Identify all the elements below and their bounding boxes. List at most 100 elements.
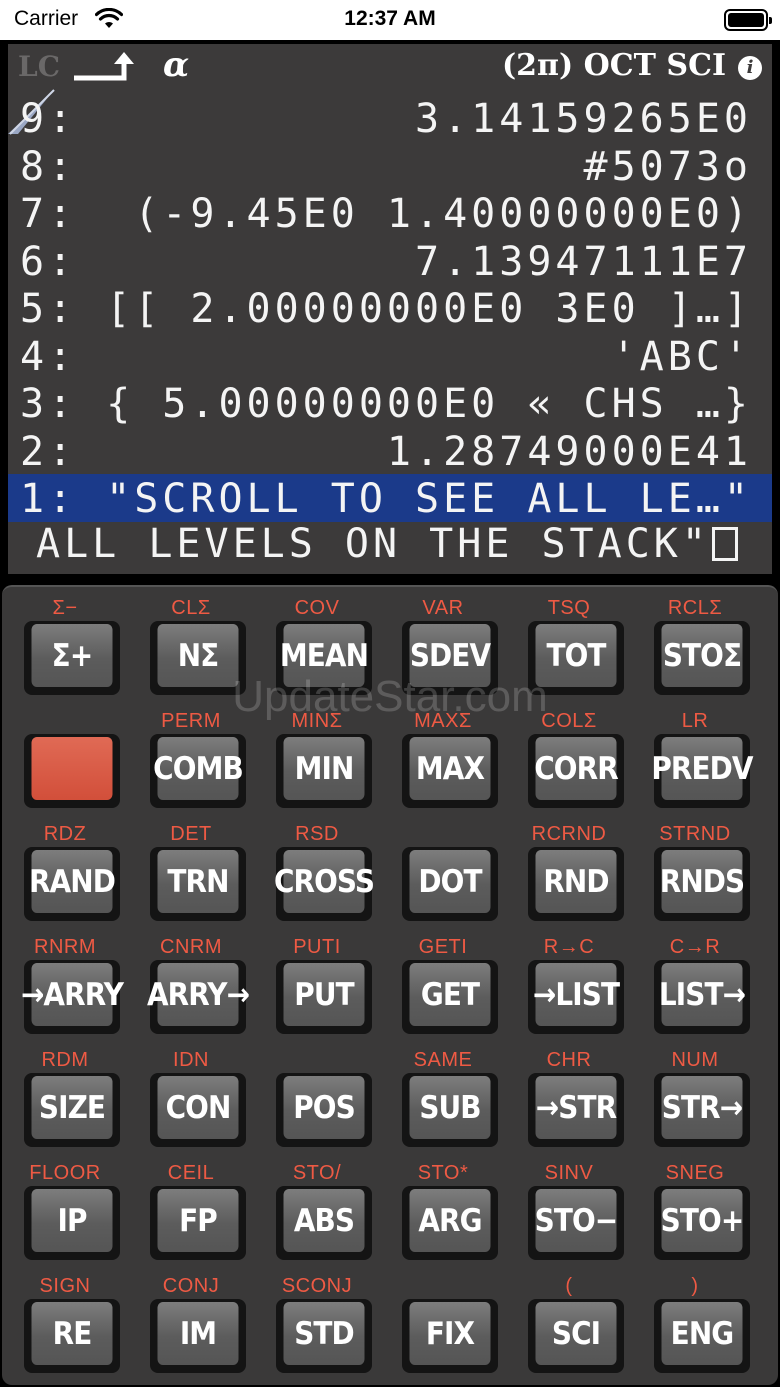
key-label: SUB: [409, 1076, 491, 1139]
key-arry[interactable]: →ARRY: [21, 960, 124, 1034]
key-list[interactable]: LIST→: [654, 960, 750, 1034]
key-label: TOT: [535, 624, 617, 687]
key-cell: SAME SUB: [380, 1039, 506, 1152]
key-sub[interactable]: SUB: [402, 1073, 498, 1147]
key-cross[interactable]: CROSS: [274, 847, 375, 921]
key-re[interactable]: RE: [24, 1299, 120, 1373]
key-sym[interactable]: Σ+: [24, 621, 120, 695]
shift-label: PERM: [161, 710, 221, 732]
stack-value: 1.28749000E41: [386, 428, 752, 475]
shift-label: MAXΣ: [414, 710, 472, 732]
stack-row-4[interactable]: 4: 'ABC': [8, 332, 772, 380]
key-size[interactable]: SIZE: [24, 1073, 120, 1147]
key-dot[interactable]: DOT: [402, 847, 498, 921]
key-label: TRN: [157, 850, 239, 913]
key-con[interactable]: CON: [150, 1073, 246, 1147]
key-ip[interactable]: IP: [24, 1186, 120, 1260]
key-label: MAX: [409, 737, 491, 800]
key-arg[interactable]: ARG: [402, 1186, 498, 1260]
key-list[interactable]: →LIST: [528, 960, 624, 1034]
shift-label: TSQ: [547, 597, 591, 619]
key-max[interactable]: MAX: [402, 734, 498, 808]
key-sto[interactable]: STO−: [528, 1186, 624, 1260]
shift-key-orange[interactable]: [24, 734, 120, 808]
key-cell: CHR →STR: [506, 1039, 632, 1152]
key-cell: SNEG STO+: [632, 1152, 758, 1265]
shift-label: DET: [170, 823, 212, 845]
shift-label: STO/: [292, 1162, 342, 1184]
key-cell: RCRND RND: [506, 813, 632, 926]
lcd-display[interactable]: LC α (2π) OCT SCI i 9: 3.14159265E0 8: #…: [8, 44, 772, 574]
right-shift-arrow-icon: [74, 52, 134, 81]
key-get[interactable]: GET: [402, 960, 498, 1034]
key-n[interactable]: NΣ: [150, 621, 246, 695]
key-sto[interactable]: STOΣ: [654, 621, 750, 695]
shift-label: SIGN: [39, 1275, 91, 1297]
key-sto[interactable]: STO+: [654, 1186, 750, 1260]
stack-level: 7:: [20, 191, 77, 237]
key-label: STD: [283, 1302, 365, 1365]
stack-display[interactable]: 9: 3.14159265E0 8: #5073o 7: (-9.45E0 1.…: [8, 94, 772, 522]
key-corr[interactable]: CORR: [528, 734, 624, 808]
key-rnd[interactable]: RND: [528, 847, 624, 921]
key-sdev[interactable]: SDEV: [402, 621, 498, 695]
key-std[interactable]: STD: [276, 1299, 372, 1373]
key-cell: MINΣ MIN: [254, 700, 380, 813]
key-cell: STO* ARG: [380, 1152, 506, 1265]
stack-row-2[interactable]: 2: 1.28749000E41: [8, 427, 772, 475]
key-label: SIZE: [31, 1076, 113, 1139]
stack-row-5[interactable]: 5: [[ 2.00000000E0 3E0 ]…]: [8, 284, 772, 332]
key-arry[interactable]: ARRY→: [147, 960, 250, 1034]
key-cell: CONJ IM: [128, 1265, 254, 1378]
command-line[interactable]: ALL LEVELS ON THE STACK": [8, 519, 772, 569]
key-cell: GETI GET: [380, 926, 506, 1039]
shift-label: VAR: [422, 597, 464, 619]
key-eng[interactable]: ENG: [654, 1299, 750, 1373]
key-rnds[interactable]: RNDS: [654, 847, 750, 921]
key-label: CROSS: [274, 850, 375, 913]
key-abs[interactable]: ABS: [276, 1186, 372, 1260]
key-cell: C→R LIST→: [632, 926, 758, 1039]
key-fp[interactable]: FP: [150, 1186, 246, 1260]
key-label: →ARRY: [21, 963, 124, 1026]
shift-label: COV: [294, 597, 340, 619]
key-label: NΣ: [157, 624, 239, 687]
stack-row-3[interactable]: 3: { 5.00000000E0 « CHS …}: [8, 379, 772, 427]
key-im[interactable]: IM: [150, 1299, 246, 1373]
stack-row-1-selected[interactable]: 1: "SCROLL TO SEE ALL LE…": [8, 474, 772, 522]
stack-value: 'ABC': [611, 333, 752, 380]
shift-label: CONJ: [162, 1275, 220, 1297]
key-pos[interactable]: POS: [276, 1073, 372, 1147]
key-cell: DET TRN: [128, 813, 254, 926]
key-trn[interactable]: TRN: [150, 847, 246, 921]
keypad: Σ− Σ+ CLΣ NΣ COV MEAN VAR SDEV TSQ TOT RCLΣ STOΣ PER…: [2, 585, 778, 1385]
key-put[interactable]: PUT: [276, 960, 372, 1034]
key-label: ARRY→: [147, 963, 250, 1026]
key-label: GET: [409, 963, 491, 1026]
key-label: ARG: [409, 1189, 491, 1252]
key-str[interactable]: STR→: [654, 1073, 750, 1147]
key-label: RE: [31, 1302, 113, 1365]
shift-label: PUTI: [293, 936, 341, 958]
key-label: IM: [157, 1302, 239, 1365]
stack-row-8[interactable]: 8: #5073o: [8, 142, 772, 190]
key-label: FP: [157, 1189, 239, 1252]
key-tot[interactable]: TOT: [528, 621, 624, 695]
info-icon[interactable]: i: [738, 56, 762, 80]
key-min[interactable]: MIN: [276, 734, 372, 808]
key-mean[interactable]: MEAN: [276, 621, 372, 695]
stack-row-9[interactable]: 9: 3.14159265E0: [8, 94, 772, 142]
key-cell: RDZ RAND: [2, 813, 128, 926]
key-cell: ) ENG: [632, 1265, 758, 1378]
key-predv[interactable]: PREDV: [651, 734, 754, 808]
key-label: IP: [31, 1189, 113, 1252]
stack-row-7[interactable]: 7: (-9.45E0 1.40000000E0): [8, 189, 772, 237]
key-sci[interactable]: SCI: [528, 1299, 624, 1373]
key-comb[interactable]: COMB: [150, 734, 246, 808]
stack-row-6[interactable]: 6: 7.13947111E7: [8, 237, 772, 285]
key-rand[interactable]: RAND: [24, 847, 120, 921]
key-fix[interactable]: FIX: [402, 1299, 498, 1373]
key-label: Σ+: [31, 624, 113, 687]
key-str[interactable]: →STR: [528, 1073, 624, 1147]
key-cell: RCLΣ STOΣ: [632, 587, 758, 700]
